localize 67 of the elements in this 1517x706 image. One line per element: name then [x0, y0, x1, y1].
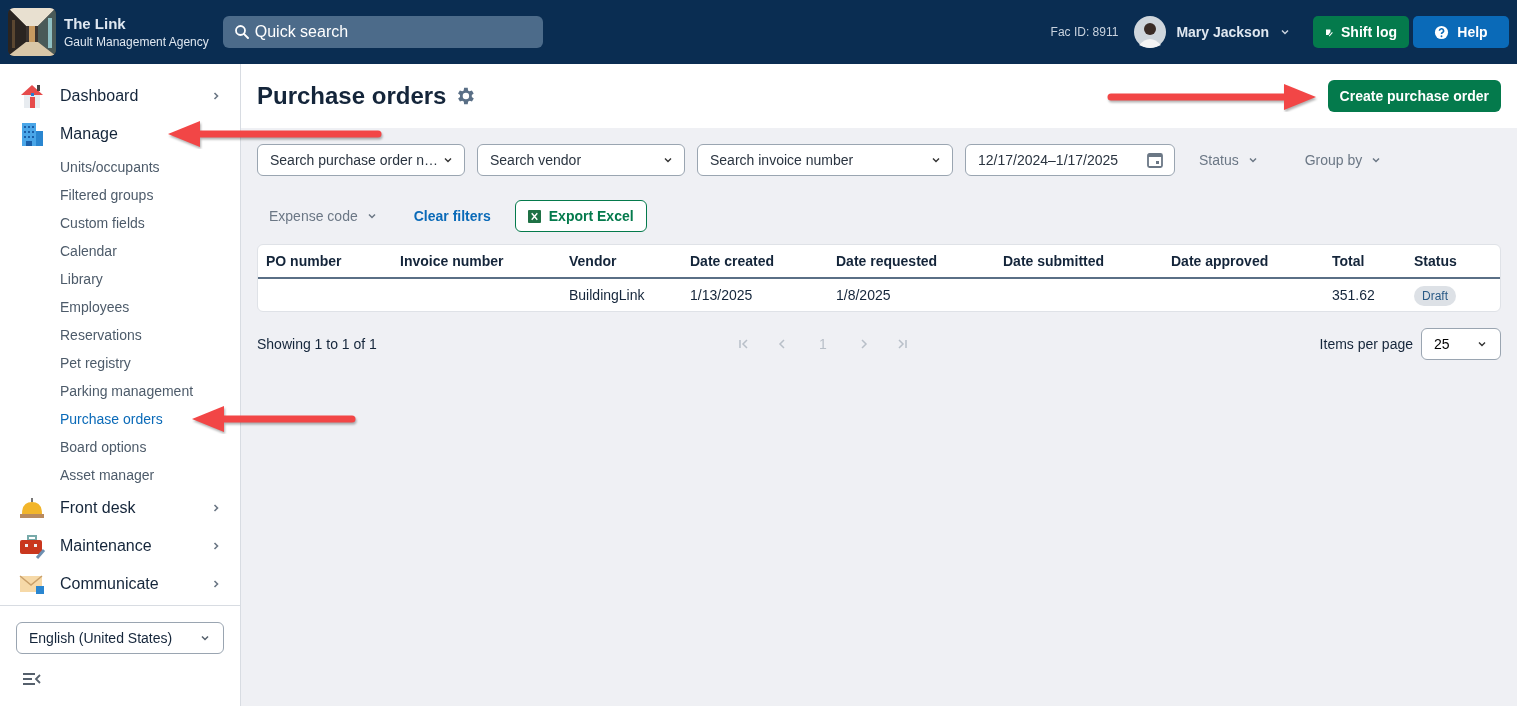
nav-item[interactable]: Front desk — [0, 489, 240, 527]
results-summary: Showing 1 to 1 of 1 — [257, 336, 378, 352]
column-header[interactable]: Invoice number — [392, 253, 561, 269]
nav-link[interactable]: Asset manager — [60, 467, 155, 483]
nav-label: Dashboard — [60, 87, 140, 105]
column-header[interactable]: Vendor — [561, 253, 682, 269]
column-header[interactable]: Status — [1406, 253, 1494, 269]
nav-link[interactable]: Units/occupants — [60, 159, 160, 175]
column-header[interactable]: PO number — [258, 253, 392, 269]
date-range-field[interactable]: 12/17/2024–1/17/2025 — [965, 144, 1175, 176]
toolbox-icon — [18, 532, 46, 560]
nav-link[interactable]: Calendar — [60, 243, 117, 259]
nav-link[interactable]: Pet registry — [60, 355, 131, 371]
items-per-page-label: Items per page — [1319, 336, 1413, 352]
column-header[interactable]: Date created — [682, 253, 828, 269]
nav-link[interactable]: Reservations — [60, 327, 142, 343]
table-cell-text: 351.62 — [1331, 287, 1376, 303]
nav-label: Manage — [60, 125, 119, 143]
calendar-icon — [1146, 151, 1164, 169]
export-excel-button[interactable]: Export Excel — [514, 200, 647, 232]
nav-label: Communicate — [60, 575, 160, 593]
nav-item[interactable]: Communicate — [0, 565, 240, 603]
nav-item[interactable]: Dashboard — [0, 77, 240, 115]
table-cell-text: 1/8/2025 — [835, 287, 892, 303]
column-header[interactable]: Date approved — [1163, 253, 1324, 269]
search-icon — [232, 23, 251, 41]
dropdown-field[interactable]: Search invoice number — [697, 144, 953, 176]
nav-label: Maintenance — [60, 537, 153, 555]
filter-menu[interactable]: Group by — [1292, 144, 1395, 176]
dropdown-field[interactable]: Search purchase order n… — [257, 144, 465, 176]
site-title: The Link — [64, 15, 127, 32]
help-icon — [1434, 24, 1450, 40]
nav-link[interactable]: Employees — [60, 299, 130, 315]
spreadsheet-icon — [527, 209, 541, 223]
avatar — [1134, 16, 1167, 48]
create-purchase-order-button[interactable]: Create purchase order — [1327, 80, 1501, 112]
filter-menu[interactable]: Expense code — [257, 200, 390, 232]
column-header[interactable]: Total — [1324, 253, 1406, 269]
first-page-icon[interactable] — [737, 337, 751, 351]
collapse-menu-icon[interactable] — [22, 672, 42, 686]
nav-item[interactable]: Maintenance — [0, 527, 240, 565]
nav-link[interactable]: Library — [60, 271, 103, 287]
user-menu[interactable]: Mary Jackson — [1172, 24, 1273, 40]
status-tag: Draft — [1414, 286, 1456, 306]
table-cell-text: BuildingLink — [568, 287, 646, 303]
facility-id: Fac ID: 8911 — [1050, 25, 1119, 39]
table-cell-text: 1/13/2025 — [689, 287, 754, 303]
column-header[interactable]: Date requested — [828, 253, 995, 269]
search-field[interactable]: Quick search — [222, 16, 543, 48]
help-button[interactable]: Help — [1413, 16, 1509, 48]
page-title: Purchase orders — [257, 82, 447, 110]
items-per-page-select[interactable]: 25 — [1421, 328, 1501, 360]
nav-link[interactable]: Custom fields — [60, 215, 145, 231]
nav-link[interactable]: Filtered groups — [60, 187, 154, 203]
nav-link[interactable]: Board options — [60, 439, 147, 455]
agency-name: Gault Management Agency — [64, 35, 209, 49]
nav-link[interactable]: Purchase orders — [60, 411, 163, 427]
language-select[interactable]: English (United States) — [16, 622, 224, 654]
nav-link[interactable]: Parking management — [60, 383, 194, 399]
dropdown-field[interactable]: Search vendor — [477, 144, 685, 176]
nav-label: Front desk — [60, 499, 137, 517]
table-row[interactable]: BuildingLink 1/13/2025 1/8/2025 351.62 Draft — [258, 279, 1500, 311]
shift-log-button[interactable]: Shift log — [1313, 16, 1409, 48]
clear-filters-link[interactable]: Clear filters — [401, 208, 503, 224]
column-header[interactable]: Date submitted — [995, 253, 1163, 269]
filter-menu[interactable]: Status — [1187, 144, 1271, 176]
nav-item[interactable]: Manage — [0, 115, 240, 153]
